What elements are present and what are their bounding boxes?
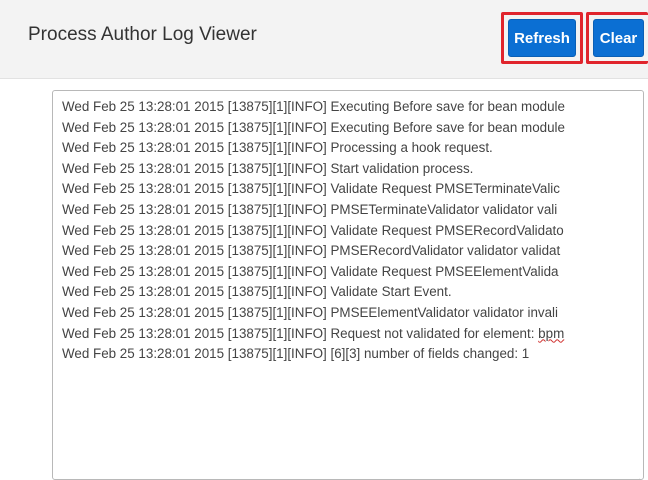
log-line: Wed Feb 25 13:28:01 2015 [13875][1][INFO… <box>62 324 643 345</box>
log-line: Wed Feb 25 13:28:01 2015 [13875][1][INFO… <box>62 304 558 320</box>
log-line: Wed Feb 25 13:28:01 2015 [13875][1][INFO… <box>62 222 564 238</box>
header-bar: Process Author Log Viewer Refresh Clear <box>0 0 648 79</box>
log-line-text: Wed Feb 25 13:28:01 2015 [13875][1][INFO… <box>62 325 539 341</box>
log-line: Wed Feb 25 13:28:01 2015 [13875][1][INFO… <box>62 243 561 259</box>
log-line: Wed Feb 25 13:28:01 2015 [13875][1][INFO… <box>62 346 530 362</box>
log-line: Wed Feb 25 13:28:01 2015 [13875][1][INFO… <box>62 284 452 300</box>
spellcheck-word: bpm <box>538 325 565 341</box>
log-line: Wed Feb 25 13:28:01 2015 [13875][1][INFO… <box>62 140 493 156</box>
clear-button[interactable]: Clear <box>593 19 644 57</box>
log-line: Wed Feb 25 13:28:01 2015 [13875][1][INFO… <box>62 119 565 135</box>
log-line: Wed Feb 25 13:28:01 2015 [13875][1][INFO… <box>62 181 560 197</box>
log-textarea[interactable]: Wed Feb 25 13:28:01 2015 [13875][1][INFO… <box>52 90 644 480</box>
refresh-button-highlight: Refresh <box>501 12 583 64</box>
page-title: Process Author Log Viewer <box>28 24 257 45</box>
clear-button-highlight: Clear <box>586 12 648 64</box>
log-line: Wed Feb 25 13:28:01 2015 [13875][1][INFO… <box>62 201 558 217</box>
log-line: Wed Feb 25 13:28:01 2015 [13875][1][INFO… <box>62 99 565 114</box>
log-lines: Wed Feb 25 13:28:01 2015 [13875][1][INFO… <box>62 97 643 365</box>
refresh-button[interactable]: Refresh <box>508 19 576 57</box>
log-line: Wed Feb 25 13:28:01 2015 [13875][1][INFO… <box>62 263 559 279</box>
log-line: Wed Feb 25 13:28:01 2015 [13875][1][INFO… <box>62 160 474 176</box>
